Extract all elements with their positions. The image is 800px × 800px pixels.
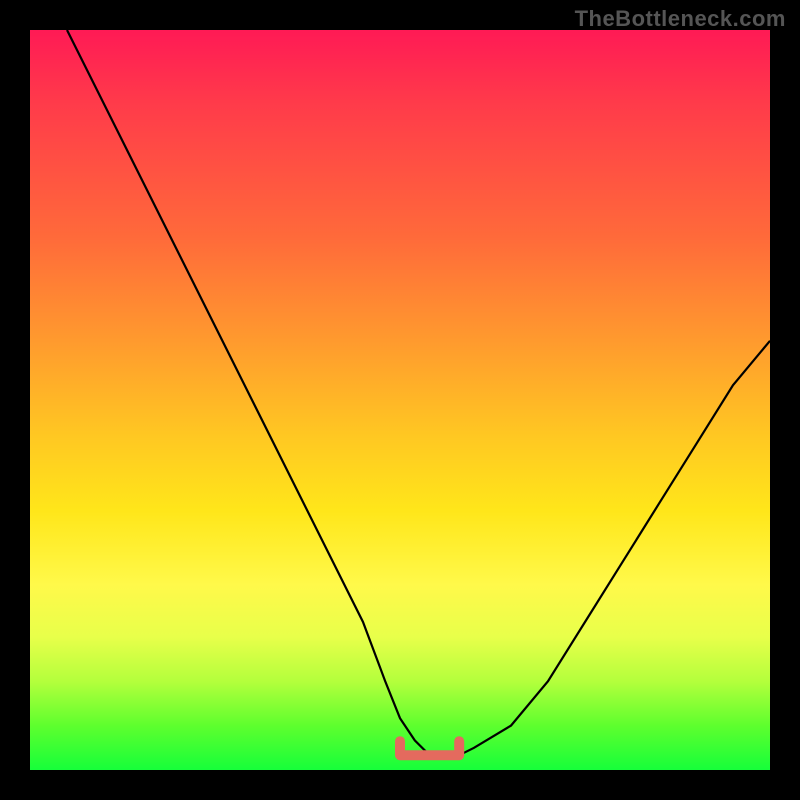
bottleneck-curve	[67, 30, 770, 755]
curve-layer	[30, 30, 770, 770]
chart-frame: TheBottleneck.com	[0, 0, 800, 800]
plot-area	[30, 30, 770, 770]
valley-marker	[400, 741, 459, 755]
watermark-text: TheBottleneck.com	[575, 6, 786, 32]
